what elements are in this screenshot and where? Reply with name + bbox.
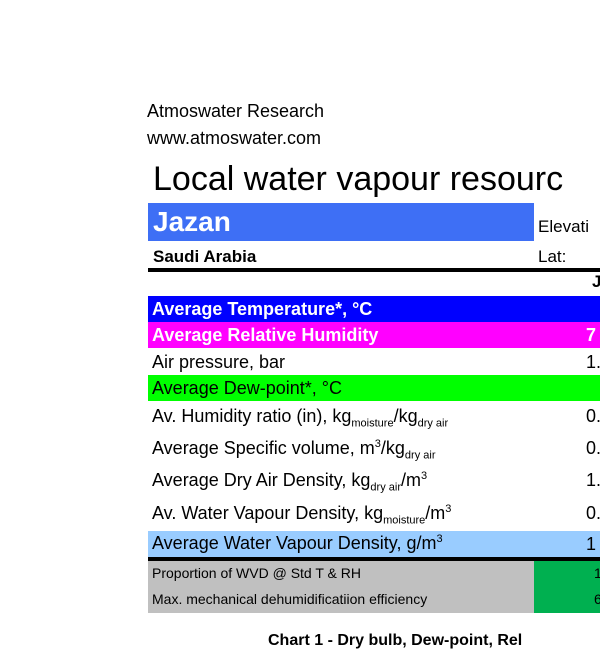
- row-label: Av. Humidity ratio (in), kgmoisture/kgdr…: [152, 406, 449, 430]
- elevation-label: Elevati: [538, 217, 590, 236]
- row-value: 0.0: [586, 406, 600, 426]
- row-air-pressure: Air pressure, bar 1.0: [148, 349, 600, 375]
- row-label: Average Temperature*, °C: [152, 299, 373, 319]
- row-label: Air pressure, bar: [152, 352, 286, 372]
- row-value: 0.0: [586, 503, 600, 523]
- row-dehum-efficiency: Max. mechanical dehumidificatiion effici…: [148, 591, 600, 613]
- row-value: 6: [594, 591, 600, 607]
- row-value: 7: [586, 325, 597, 345]
- row-label: Max. mechanical dehumidificatiion effici…: [152, 591, 428, 607]
- row-value: 1: [594, 565, 600, 581]
- page-title: Local water vapour resourc: [153, 160, 564, 198]
- row-avg-dewpoint: Average Dew-point*, °C: [148, 375, 600, 401]
- row-wvd-proportion: Proportion of WVD @ Std T & RH 1: [148, 565, 600, 587]
- country-name: Saudi Arabia: [153, 247, 257, 266]
- row-value: 1: [586, 534, 597, 554]
- lat-label: Lat:: [538, 247, 567, 266]
- row-value: 0.8: [586, 438, 600, 458]
- row-label: Average Specific volume, m3/kgdry air: [152, 438, 436, 462]
- month-column-header: J: [592, 272, 600, 291]
- chart-title: Chart 1 - Dry bulb, Dew-point, Rel: [268, 632, 523, 649]
- row-label: Average Dry Air Density, kgdry air/m3: [152, 470, 428, 494]
- row-value: 1.0: [586, 352, 600, 372]
- city-name: Jazan: [153, 206, 231, 237]
- row-dry-air-density: Average Dry Air Density, kgdry air/m3 1.…: [148, 467, 600, 497]
- org-name: Atmoswater Research: [147, 101, 325, 121]
- website: www.atmoswater.com: [147, 128, 322, 148]
- row-wv-density-g: Average Water Vapour Density, g/m3 1: [148, 531, 600, 557]
- row-wv-density-kg: Av. Water Vapour Density, kgmoisture/m3 …: [148, 500, 600, 530]
- row-avg-temperature: Average Temperature*, °C: [148, 296, 600, 322]
- row-label: Average Relative Humidity: [152, 325, 379, 345]
- row-label: Av. Water Vapour Density, kgmoisture/m3: [152, 503, 452, 527]
- row-label: Proportion of WVD @ Std T & RH: [152, 565, 361, 581]
- row-specific-volume: Average Specific volume, m3/kgdry air 0.…: [148, 435, 600, 465]
- row-label: Average Water Vapour Density, g/m3: [152, 533, 443, 553]
- row-avg-rh: Average Relative Humidity 7: [148, 322, 600, 348]
- row-value: 1.1: [586, 470, 600, 490]
- row-label: Average Dew-point*, °C: [152, 378, 342, 398]
- row-humidity-ratio: Av. Humidity ratio (in), kgmoisture/kgdr…: [148, 403, 600, 433]
- divider-top: [148, 268, 600, 272]
